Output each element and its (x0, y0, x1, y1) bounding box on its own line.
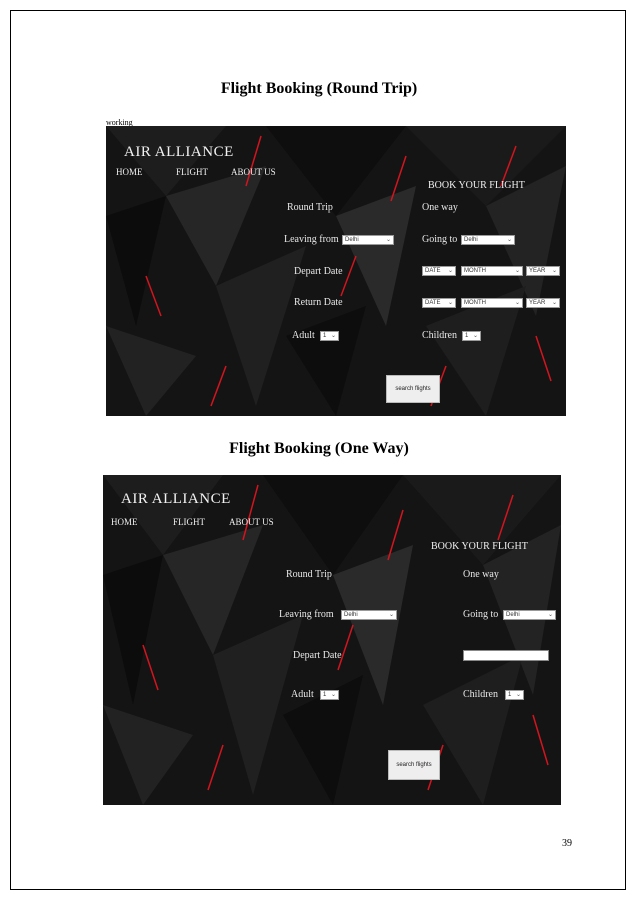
leaving-from-select[interactable]: Delhi ⌄ (341, 610, 397, 620)
book-your-flight-title: BOOK YOUR FLIGHT (428, 180, 525, 191)
search-flights-button[interactable]: search flights (388, 750, 440, 780)
adult-label: Adult (291, 689, 314, 700)
nav-flight[interactable]: FLIGHT (176, 167, 208, 177)
return-date-label: Return Date (294, 297, 343, 308)
children-value: 1 (465, 333, 469, 339)
children-value: 1 (508, 692, 512, 698)
depart-date-day-select[interactable]: DATE ⌄ (422, 266, 456, 276)
chevron-down-icon: ⌄ (447, 268, 453, 274)
children-select[interactable]: 1 ⌄ (462, 331, 481, 341)
chevron-down-icon: ⌄ (547, 612, 553, 618)
return-day-value: DATE (425, 300, 441, 306)
leaving-from-value: Delhi (344, 612, 358, 618)
chevron-down-icon: ⌄ (506, 237, 512, 243)
return-month-value: MONTH (464, 300, 486, 306)
depart-date-label: Depart Date (293, 650, 342, 661)
children-label: Children (422, 330, 457, 341)
leaving-from-select[interactable]: Delhi ⌄ (342, 235, 394, 245)
one-way-option[interactable]: One way (422, 202, 458, 213)
adult-value: 1 (323, 692, 327, 698)
dark-crystal-background (103, 475, 561, 805)
nav-about-us[interactable]: ABOUT US (231, 167, 276, 177)
leaving-from-label: Leaving from (279, 609, 334, 620)
search-flights-button[interactable]: search flights (386, 375, 440, 403)
chevron-down-icon: ⌄ (515, 692, 521, 698)
book-your-flight-title: BOOK YOUR FLIGHT (431, 541, 528, 552)
chevron-down-icon: ⌄ (385, 237, 391, 243)
brand-logo-text[interactable]: AIR ALLIANCE (121, 491, 231, 508)
nav-flight[interactable]: FLIGHT (173, 517, 205, 527)
chevron-down-icon: ⌄ (388, 612, 394, 618)
children-select[interactable]: 1 ⌄ (505, 690, 524, 700)
one-way-screenshot: AIR ALLIANCE HOME FLIGHT ABOUT US BOOK Y… (103, 475, 561, 805)
depart-date-month-select[interactable]: MONTH ⌄ (461, 266, 523, 276)
heading-one-way: Flight Booking (One Way) (229, 440, 409, 457)
chevron-down-icon: ⌄ (551, 268, 557, 274)
depart-year-value: YEAR (529, 268, 546, 274)
heading-round-trip: Flight Booking (Round Trip) (220, 80, 418, 97)
return-date-day-select[interactable]: DATE ⌄ (422, 298, 456, 308)
chevron-down-icon: ⌄ (514, 268, 520, 274)
depart-date-year-select[interactable]: YEAR ⌄ (526, 266, 560, 276)
adult-select[interactable]: 1 ⌄ (320, 331, 339, 341)
going-to-label: Going to (463, 609, 499, 620)
nav-about-us[interactable]: ABOUT US (229, 517, 274, 527)
round-trip-option[interactable]: Round Trip (287, 202, 333, 213)
depart-month-value: MONTH (464, 268, 486, 274)
depart-date-input[interactable] (463, 650, 549, 661)
going-to-select[interactable]: Delhi ⌄ (503, 610, 556, 620)
one-way-option[interactable]: One way (463, 569, 499, 580)
going-to-value: Delhi (506, 612, 520, 618)
adult-value: 1 (323, 333, 327, 339)
going-to-label: Going to (422, 234, 458, 245)
return-date-year-select[interactable]: YEAR ⌄ (526, 298, 560, 308)
brand-logo-text[interactable]: AIR ALLIANCE (124, 144, 234, 161)
children-label: Children (463, 689, 498, 700)
adult-label: Adult (292, 330, 315, 341)
round-trip-screenshot: AIR ALLIANCE HOME FLIGHT ABOUT US BOOK Y… (106, 126, 566, 416)
chevron-down-icon: ⌄ (514, 300, 520, 306)
round-trip-option[interactable]: Round Trip (286, 569, 332, 580)
chevron-down-icon: ⌄ (330, 333, 336, 339)
chevron-down-icon: ⌄ (551, 300, 557, 306)
page-number: 39 (562, 838, 572, 849)
going-to-select[interactable]: Delhi ⌄ (461, 235, 515, 245)
going-to-value: Delhi (464, 237, 478, 243)
depart-day-value: DATE (425, 268, 441, 274)
adult-select[interactable]: 1 ⌄ (320, 690, 339, 700)
chevron-down-icon: ⌄ (472, 333, 478, 339)
leaving-from-label: Leaving from (284, 234, 339, 245)
return-date-month-select[interactable]: MONTH ⌄ (461, 298, 523, 308)
chevron-down-icon: ⌄ (330, 692, 336, 698)
nav-home[interactable]: HOME (111, 517, 138, 527)
nav-home[interactable]: HOME (116, 167, 143, 177)
leaving-from-value: Delhi (345, 237, 359, 243)
depart-date-label: Depart Date (294, 266, 343, 277)
return-year-value: YEAR (529, 300, 546, 306)
chevron-down-icon: ⌄ (447, 300, 453, 306)
